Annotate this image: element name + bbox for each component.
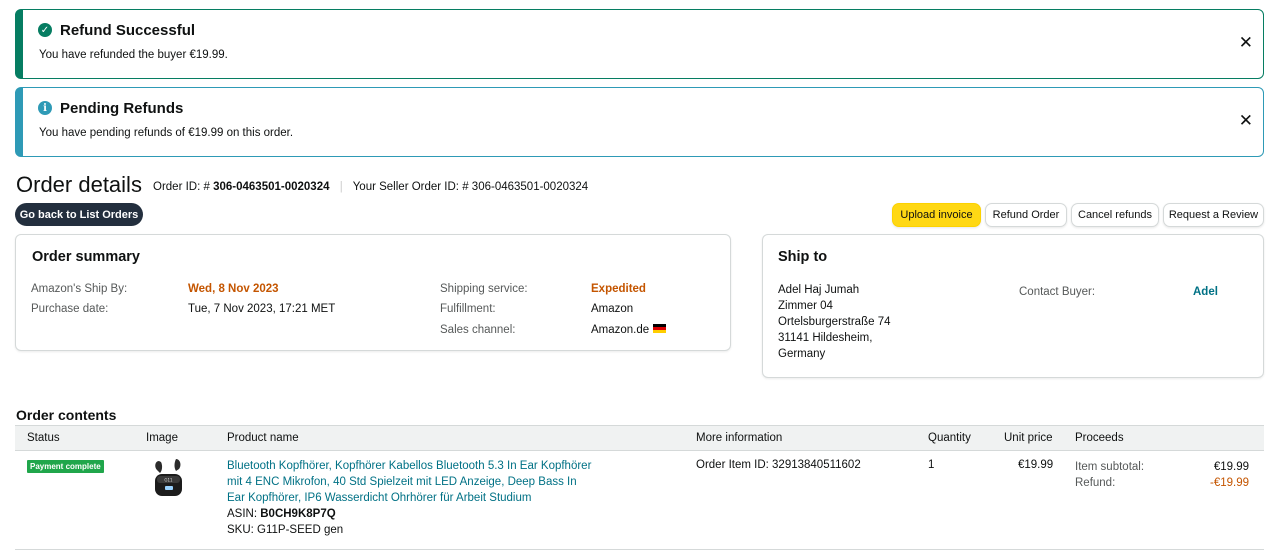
ship-by-label: Amazon's Ship By: <box>31 283 128 295</box>
ship-by-date: Wed, 8 Nov 2023 <box>188 283 279 295</box>
address-line-2: Ortelsburgerstraße 74 <box>778 316 891 328</box>
payment-status-badge: Payment complete <box>27 460 104 473</box>
order-contents-title: Order contents <box>16 407 117 423</box>
ship-to-card: Ship to Adel Haj Jumah Zimmer 04 Ortelsb… <box>762 234 1264 378</box>
close-icon[interactable]: ✕ <box>1239 34 1253 51</box>
request-review-button[interactable]: Request a Review <box>1163 203 1264 227</box>
sales-channel-label: Sales channel: <box>440 324 516 336</box>
column-header-image: Image <box>146 432 178 444</box>
contact-buyer-link[interactable]: Adel <box>1193 286 1218 298</box>
order-id-label: Order ID: # <box>153 181 210 193</box>
asin-line: ASIN: B0CH9K8P7Q <box>227 506 343 522</box>
purchase-date-label: Purchase date: <box>31 303 109 315</box>
fulfillment: Amazon <box>591 303 634 315</box>
pending-refunds-alert: i Pending Refunds You have pending refun… <box>15 87 1264 157</box>
refund-order-button[interactable]: Refund Order <box>985 203 1067 227</box>
purchase-date: Tue, 7 Nov 2023, 17:21 MET <box>188 303 336 315</box>
refund-label: Refund: <box>1075 477 1116 489</box>
order-summary-title: Order summary <box>32 249 140 265</box>
unit-price: €19.99 <box>1018 459 1054 471</box>
close-icon[interactable]: ✕ <box>1239 112 1253 129</box>
sku-line: SKU: G11P-SEED gen <box>227 522 343 538</box>
fulfillment-label: Fulfillment: <box>440 303 496 315</box>
proceeds-values: €19.99 -€19.99 <box>1210 459 1249 491</box>
address-country: Germany <box>778 348 826 360</box>
asin-value: B0CH9K8P7Q <box>260 508 336 520</box>
alert-title: Refund Successful <box>60 22 196 39</box>
alert-title: Pending Refunds <box>60 100 184 117</box>
order-summary-card: Order summary Amazon's Ship By: Wed, 8 N… <box>15 234 731 351</box>
refund-success-alert: ✓ Refund Successful You have refunded th… <box>15 9 1264 79</box>
seller-order-id: 306-0463501-0020324 <box>471 181 589 193</box>
info-circle-icon: i <box>38 101 52 115</box>
shipping-service-label: Shipping service: <box>440 283 528 295</box>
sales-channel-text: Amazon.de <box>591 324 650 336</box>
order-item-id: Order Item ID: 32913840511602 <box>696 459 861 471</box>
upload-invoice-button[interactable]: Upload invoice <box>892 203 981 227</box>
item-subtotal-label: Item subtotal: <box>1075 461 1145 473</box>
proceeds-labels: Item subtotal: Refund: <box>1075 459 1144 491</box>
column-header-status: Status <box>27 432 60 444</box>
column-header-unit-price: Unit price <box>1004 432 1053 444</box>
column-header-product-name: Product name <box>227 432 299 444</box>
alert-message: You have refunded the buyer €19.99. <box>39 49 228 61</box>
alert-message: You have pending refunds of €19.99 on th… <box>39 127 294 139</box>
table-header: Status Image Product name More informati… <box>15 425 1264 451</box>
refund-value: -€19.99 <box>1209 477 1249 489</box>
product-name-link[interactable]: Bluetooth Kopfhörer, Kopfhörer Kabellos … <box>227 458 592 506</box>
address-line-1: Zimmer 04 <box>778 300 833 312</box>
order-id-line: Order ID: # 306-0463501-0020324 | Your S… <box>153 181 588 193</box>
product-identifiers: ASIN: B0CH9K8P7Q SKU: G11P-SEED gen <box>227 506 343 538</box>
back-to-list-orders-button[interactable]: Go back to List Orders <box>15 203 143 226</box>
column-header-more-information: More information <box>696 432 783 444</box>
sku-value: G11P-SEED gen <box>257 524 344 536</box>
product-image[interactable]: G11 <box>152 457 186 501</box>
table-row: Payment complete G11 Bluetooth Kopfhörer… <box>15 451 1264 550</box>
seller-order-id-label: Your Seller Order ID: # <box>352 181 469 193</box>
order-id: 306-0463501-0020324 <box>213 181 330 193</box>
shipping-service: Expedited <box>591 283 646 295</box>
ship-to-title: Ship to <box>778 249 828 265</box>
column-header-quantity: Quantity <box>928 432 971 444</box>
shipping-address: Adel Haj Jumah Zimmer 04 Ortelsburgerstr… <box>778 282 891 362</box>
item-subtotal-value: €19.99 <box>1213 461 1249 473</box>
germany-flag-icon <box>653 324 667 333</box>
recipient-name: Adel Haj Jumah <box>778 284 860 296</box>
address-city: 31141 Hildesheim, <box>778 332 873 344</box>
contact-buyer-label: Contact Buyer: <box>1019 286 1096 298</box>
divider: | <box>339 181 343 193</box>
check-circle-icon: ✓ <box>38 23 52 37</box>
cancel-refunds-button[interactable]: Cancel refunds <box>1071 203 1159 227</box>
sales-channel: Amazon.de <box>591 324 667 336</box>
sku-label: SKU: <box>227 524 254 536</box>
svg-text:G11: G11 <box>164 478 173 483</box>
page-title: Order details <box>16 172 142 197</box>
column-header-proceeds: Proceeds <box>1075 432 1124 444</box>
quantity: 1 <box>928 459 935 471</box>
asin-label: ASIN: <box>227 508 258 520</box>
